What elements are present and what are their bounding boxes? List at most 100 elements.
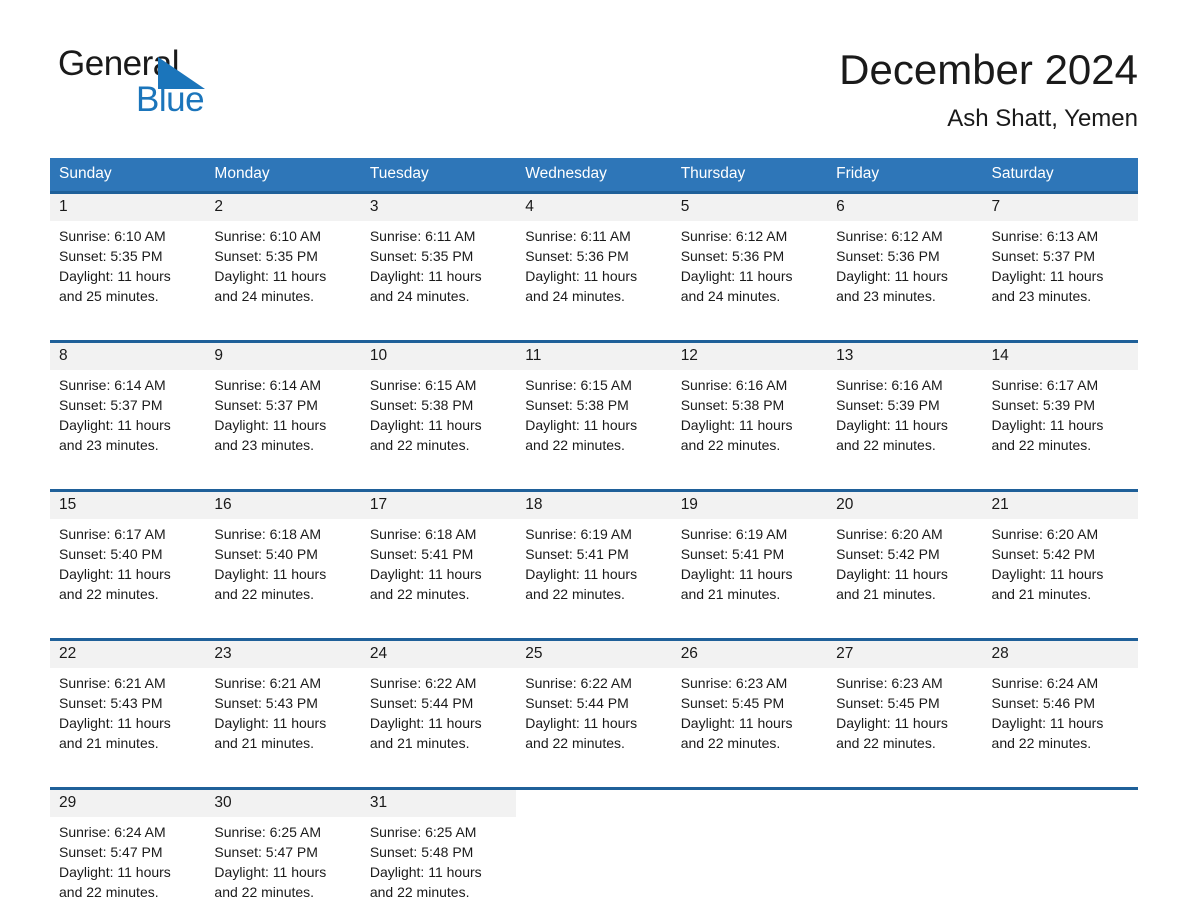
- day-cell[interactable]: Sunrise: 6:17 AM Sunset: 5:39 PM Daylight:…: [982, 370, 1138, 477]
- sunrise-time: Sunrise: 6:20 AM: [836, 526, 943, 542]
- sunset-time: Sunset: 5:45 PM: [836, 695, 940, 711]
- day-cell[interactable]: Sunrise: 6:15 AM Sunset: 5:38 PM Daylight:…: [516, 370, 672, 477]
- day-cell[interactable]: Sunrise: 6:21 AM Sunset: 5:43 PM Daylight:…: [50, 668, 206, 775]
- day-cell[interactable]: Sunrise: 6:14 AM Sunset: 5:37 PM Daylight:…: [205, 370, 361, 477]
- daylight-duration: Daylight: 11 hours and 22 minutes.: [836, 417, 948, 453]
- day-number[interactable]: 17: [360, 492, 517, 519]
- sunset-time: Sunset: 5:35 PM: [214, 248, 318, 264]
- day-number[interactable]: 19: [671, 492, 828, 519]
- weekday-header-sunday: Sunday: [50, 158, 206, 191]
- day-cell[interactable]: Sunrise: 6:23 AM Sunset: 5:45 PM Daylight:…: [671, 668, 828, 775]
- sunrise-time: Sunrise: 6:15 AM: [525, 377, 632, 393]
- day-cell[interactable]: Sunrise: 6:20 AM Sunset: 5:42 PM Daylight:…: [827, 519, 983, 626]
- empty-day-number: [982, 790, 1138, 817]
- day-number[interactable]: 11: [516, 343, 672, 370]
- day-cell[interactable]: Sunrise: 6:20 AM Sunset: 5:42 PM Daylight:…: [982, 519, 1138, 626]
- day-cell[interactable]: Sunrise: 6:25 AM Sunset: 5:47 PM Daylight:…: [205, 817, 361, 924]
- day-number[interactable]: 22: [50, 641, 206, 668]
- day-number[interactable]: 20: [827, 492, 983, 519]
- day-number[interactable]: 6: [827, 194, 983, 221]
- sunrise-time: Sunrise: 6:24 AM: [59, 824, 166, 840]
- sunset-time: Sunset: 5:48 PM: [369, 844, 474, 860]
- day-cell[interactable]: Sunrise: 6:17 AM Sunset: 5:40 PM Daylight:…: [50, 519, 206, 626]
- sunrise-time: Sunrise: 6:17 AM: [59, 526, 166, 542]
- day-number[interactable]: 25: [516, 641, 672, 668]
- sunrise-time: Sunrise: 6:21 AM: [214, 675, 322, 691]
- day-number[interactable]: 15: [50, 492, 206, 519]
- weekday-header-monday: Monday: [205, 158, 361, 191]
- day-number[interactable]: 29: [50, 790, 206, 817]
- day-cell[interactable]: Sunrise: 6:18 AM Sunset: 5:40 PM Daylight:…: [205, 519, 361, 626]
- day-number[interactable]: 10: [360, 343, 517, 370]
- day-number[interactable]: 16: [205, 492, 361, 519]
- day-number[interactable]: 9: [205, 343, 361, 370]
- masthead: General Blue December 2024 Ash Shatt, Ye…: [50, 44, 1138, 140]
- sunset-time: Sunset: 5:37 PM: [59, 397, 163, 413]
- day-number[interactable]: 21: [982, 492, 1138, 519]
- day-number[interactable]: 1: [50, 194, 206, 221]
- day-cell[interactable]: Sunrise: 6:23 AM Sunset: 5:45 PM Daylight:…: [827, 668, 983, 775]
- weekday-header-wednesday: Wednesday: [516, 158, 672, 191]
- weekday-header-thursday: Thursday: [671, 158, 828, 191]
- sunset-time: Sunset: 5:39 PM: [991, 397, 1096, 413]
- sunset-time: Sunset: 5:36 PM: [836, 248, 940, 264]
- day-cell[interactable]: Sunrise: 6:16 AM Sunset: 5:38 PM Daylight:…: [671, 370, 828, 477]
- day-cell[interactable]: Sunrise: 6:14 AM Sunset: 5:37 PM Daylight:…: [50, 370, 206, 477]
- day-number[interactable]: 31: [360, 790, 517, 817]
- day-cell[interactable]: Sunrise: 6:24 AM Sunset: 5:46 PM Daylight:…: [982, 668, 1138, 775]
- day-cell[interactable]: Sunrise: 6:11 AM Sunset: 5:36 PM Daylight:…: [516, 221, 672, 328]
- day-cell[interactable]: Sunrise: 6:16 AM Sunset: 5:39 PM Daylight:…: [827, 370, 983, 477]
- day-cell[interactable]: Sunrise: 6:25 AM Sunset: 5:48 PM Daylight:…: [360, 817, 517, 924]
- day-number[interactable]: 2: [205, 194, 361, 221]
- day-cell[interactable]: Sunrise: 6:12 AM Sunset: 5:36 PM Daylight:…: [827, 221, 983, 328]
- day-number[interactable]: 18: [516, 492, 672, 519]
- daylight-duration: Daylight: 11 hours and 22 minutes.: [836, 715, 948, 751]
- day-cell[interactable]: Sunrise: 6:24 AM Sunset: 5:47 PM Daylight:…: [50, 817, 206, 924]
- calendar-page: General Blue December 2024 Ash Shatt, Ye…: [0, 0, 1188, 924]
- day-cell[interactable]: Sunrise: 6:22 AM Sunset: 5:44 PM Daylight:…: [360, 668, 517, 775]
- day-cell[interactable]: Sunrise: 6:15 AM Sunset: 5:38 PM Daylight:…: [360, 370, 517, 477]
- day-number[interactable]: 13: [827, 343, 983, 370]
- day-cell[interactable]: Sunrise: 6:13 AM Sunset: 5:37 PM Daylight:…: [982, 221, 1138, 328]
- day-detail-row: Sunrise: 6:14 AM Sunset: 5:37 PM Daylight:…: [50, 370, 1138, 477]
- day-number-row: 8 9 10 11 12 13 14: [50, 343, 1138, 370]
- day-cell[interactable]: Sunrise: 6:10 AM Sunset: 5:35 PM Daylight:…: [50, 221, 206, 328]
- sunset-time: Sunset: 5:43 PM: [214, 695, 318, 711]
- sunset-time: Sunset: 5:41 PM: [369, 546, 474, 562]
- day-cell[interactable]: Sunrise: 6:21 AM Sunset: 5:43 PM Daylight:…: [205, 668, 361, 775]
- day-number[interactable]: 4: [516, 194, 672, 221]
- day-number[interactable]: 3: [360, 194, 517, 221]
- sunrise-time: Sunrise: 6:24 AM: [991, 675, 1099, 691]
- sunset-time: Sunset: 5:44 PM: [525, 695, 629, 711]
- day-cell[interactable]: Sunrise: 6:11 AM Sunset: 5:35 PM Daylight:…: [360, 221, 517, 328]
- sunrise-time: Sunrise: 6:12 AM: [680, 228, 788, 244]
- sunset-time: Sunset: 5:45 PM: [680, 695, 785, 711]
- calendar-table: Sunday Monday Tuesday Wednesday Thursday Frid…: [50, 158, 1138, 924]
- day-number[interactable]: 30: [205, 790, 361, 817]
- page-subtitle: Ash Shatt, Yemen: [947, 105, 1138, 132]
- day-number[interactable]: 12: [671, 343, 828, 370]
- sunrise-time: Sunrise: 6:14 AM: [214, 377, 322, 393]
- day-number[interactable]: 8: [50, 343, 206, 370]
- day-cell[interactable]: Sunrise: 6:19 AM Sunset: 5:41 PM Daylight:…: [671, 519, 828, 626]
- day-cell[interactable]: Sunrise: 6:19 AM Sunset: 5:41 PM Daylight:…: [516, 519, 672, 626]
- day-number[interactable]: 27: [827, 641, 983, 668]
- day-detail-row: Sunrise: 6:21 AM Sunset: 5:43 PM Daylight:…: [50, 668, 1138, 775]
- day-number[interactable]: 26: [671, 641, 828, 668]
- sunrise-time: Sunrise: 6:22 AM: [525, 675, 632, 691]
- daylight-duration: Daylight: 11 hours and 22 minutes.: [680, 715, 793, 751]
- day-number[interactable]: 5: [671, 194, 828, 221]
- day-number[interactable]: 24: [360, 641, 517, 668]
- day-cell[interactable]: Sunrise: 6:22 AM Sunset: 5:44 PM Daylight:…: [516, 668, 672, 775]
- day-number[interactable]: 23: [205, 641, 361, 668]
- sunrise-time: Sunrise: 6:19 AM: [525, 526, 632, 542]
- daylight-duration: Daylight: 11 hours and 22 minutes.: [369, 566, 482, 602]
- day-cell[interactable]: Sunrise: 6:12 AM Sunset: 5:36 PM Daylight:…: [671, 221, 828, 328]
- day-detail-row: Sunrise: 6:24 AM Sunset: 5:47 PM Daylight:…: [50, 817, 1138, 924]
- daylight-duration: Daylight: 11 hours and 24 minutes.: [369, 268, 482, 304]
- day-number[interactable]: 28: [982, 641, 1138, 668]
- day-cell[interactable]: Sunrise: 6:18 AM Sunset: 5:41 PM Daylight:…: [360, 519, 517, 626]
- day-number[interactable]: 7: [982, 194, 1138, 221]
- day-cell[interactable]: Sunrise: 6:10 AM Sunset: 5:35 PM Daylight:…: [205, 221, 361, 328]
- day-number[interactable]: 14: [982, 343, 1138, 370]
